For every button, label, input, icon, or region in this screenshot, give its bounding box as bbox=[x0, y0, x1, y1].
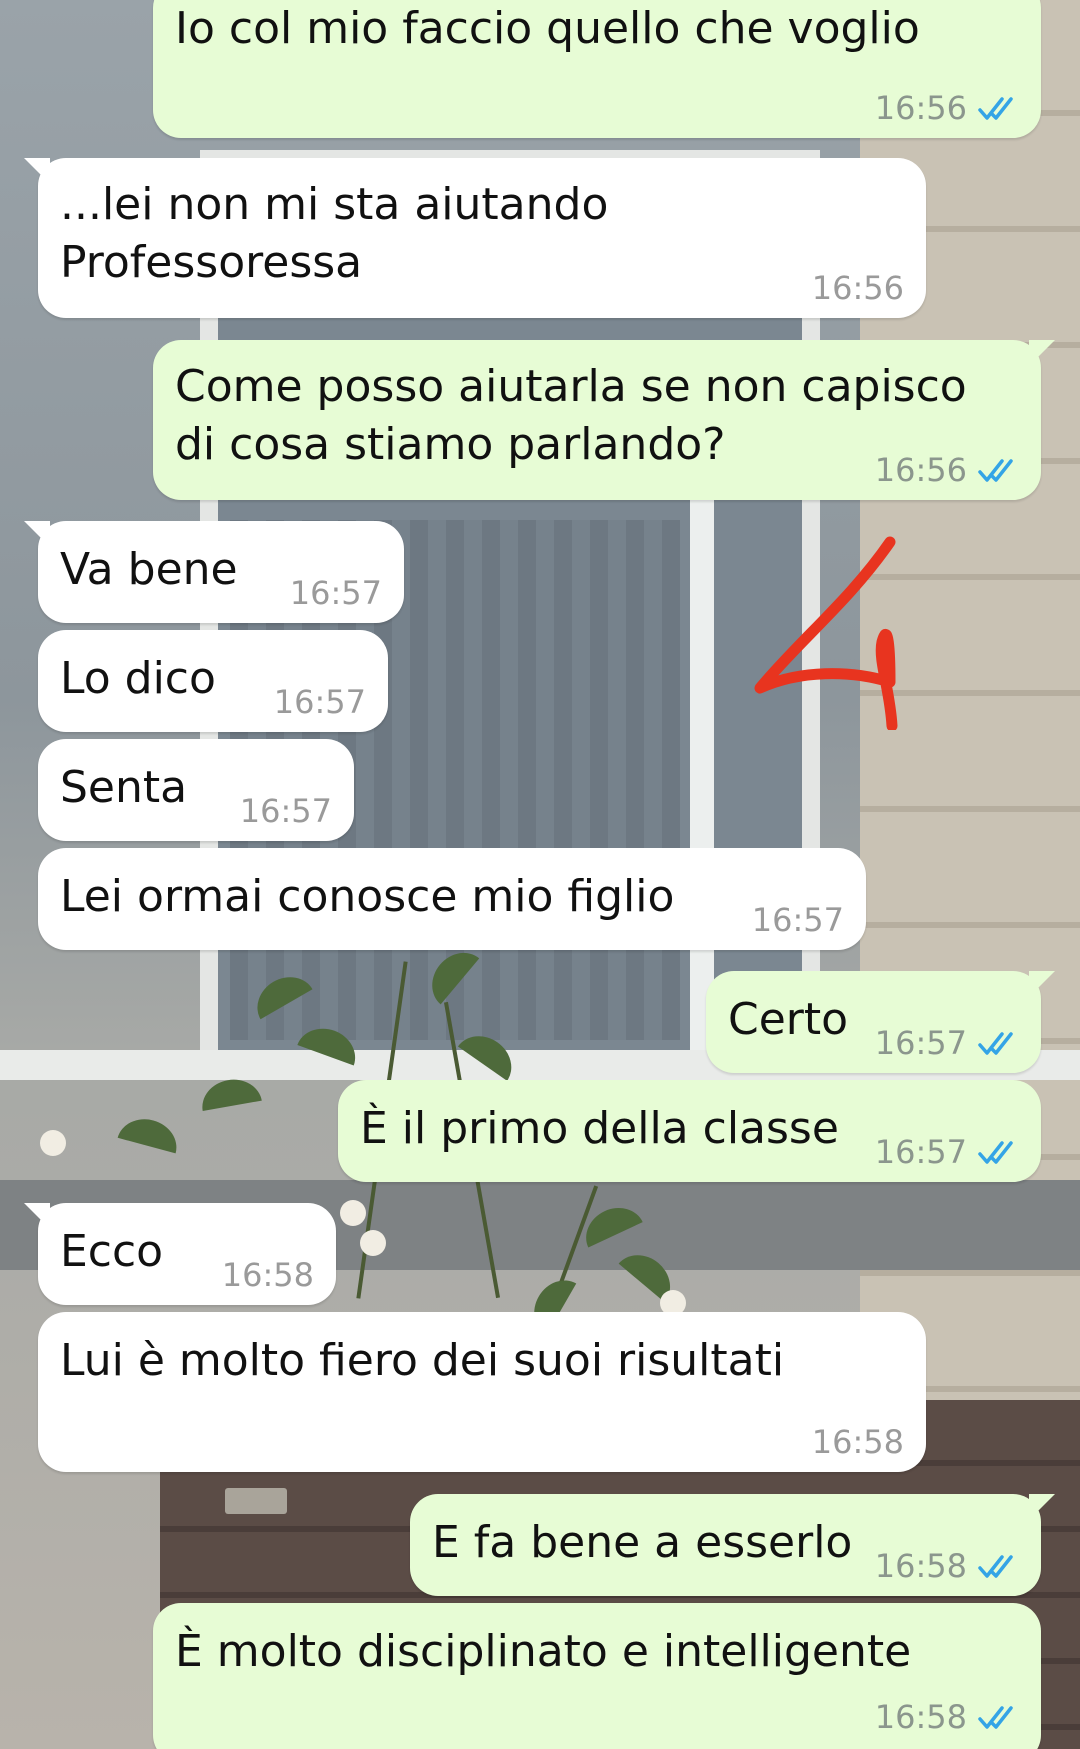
message-text: Certo bbox=[728, 994, 849, 1045]
message-time: 16:58 bbox=[874, 1547, 967, 1585]
message-time: 16:56 bbox=[874, 89, 967, 127]
message-text: E fa bene a esserlo bbox=[432, 1517, 853, 1568]
message-time: 16:56 bbox=[811, 269, 904, 307]
message-text: È molto disciplinato e intelligente bbox=[175, 1626, 912, 1677]
message-text: Senta bbox=[60, 762, 188, 813]
message-bubble-outgoing[interactable]: È il primo della classe 16:57 bbox=[338, 1080, 1041, 1182]
double-check-icon bbox=[978, 1555, 1013, 1578]
message-time: 16:57 bbox=[751, 901, 844, 939]
message-time: 16:57 bbox=[273, 683, 366, 721]
message-time: 16:56 bbox=[874, 451, 967, 489]
double-check-icon bbox=[978, 1706, 1013, 1729]
message-time: 16:57 bbox=[239, 792, 332, 830]
message-bubble-incoming[interactable]: Senta 16:57 bbox=[38, 739, 354, 841]
message-bubble-outgoing[interactable]: Come posso aiutarla se non capisco di co… bbox=[153, 340, 1055, 500]
message-bubble-incoming[interactable]: Lei ormai conosce mio figlio 16:57 bbox=[38, 848, 866, 950]
message-bubble-incoming[interactable]: Ecco 16:58 bbox=[24, 1203, 336, 1305]
message-bubble-outgoing[interactable]: Certo 16:57 bbox=[706, 971, 1055, 1073]
message-time: 16:58 bbox=[811, 1423, 904, 1461]
message-text: Va bene bbox=[60, 544, 238, 595]
message-time: 16:58 bbox=[874, 1698, 967, 1736]
double-check-icon bbox=[978, 1141, 1013, 1164]
message-bubble-outgoing[interactable]: E fa bene a esserlo 16:58 bbox=[410, 1494, 1055, 1596]
message-text: Come posso aiutarla se non capisco di co… bbox=[175, 361, 967, 470]
message-bubble-outgoing[interactable]: È molto disciplinato e intelligente 16:5… bbox=[153, 1603, 1041, 1749]
message-time: 16:57 bbox=[874, 1024, 967, 1062]
message-time: 16:58 bbox=[221, 1256, 314, 1294]
message-bubble-incoming[interactable]: Lo dico 16:57 bbox=[38, 630, 388, 732]
message-bubble-incoming[interactable]: Va bene 16:57 bbox=[24, 521, 404, 623]
message-time: 16:57 bbox=[874, 1133, 967, 1171]
message-text: Lui è molto fiero dei suoi risultati bbox=[60, 1335, 785, 1386]
double-check-icon bbox=[978, 459, 1013, 482]
message-bubble-incoming[interactable]: ...lei non mi sta aiutando Professoressa… bbox=[24, 158, 926, 318]
message-text: ...lei non mi sta aiutando Professoressa bbox=[60, 179, 609, 288]
message-time: 16:57 bbox=[289, 574, 382, 612]
message-text: Lo dico bbox=[60, 653, 216, 704]
message-text: Lei ormai conosce mio figlio bbox=[60, 871, 675, 922]
message-text: È il primo della classe bbox=[360, 1103, 839, 1154]
message-list[interactable]: Io col mio faccio quello che voglio 16:5… bbox=[0, 0, 1080, 1749]
message-bubble-incoming[interactable]: Lui è molto fiero dei suoi risultati 16:… bbox=[38, 1312, 926, 1472]
message-text: Ecco bbox=[60, 1226, 164, 1277]
double-check-icon bbox=[978, 97, 1013, 120]
message-bubble-outgoing[interactable]: Io col mio faccio quello che voglio 16:5… bbox=[153, 0, 1041, 138]
double-check-icon bbox=[978, 1032, 1013, 1055]
message-text: Io col mio faccio quello che voglio bbox=[175, 3, 920, 54]
